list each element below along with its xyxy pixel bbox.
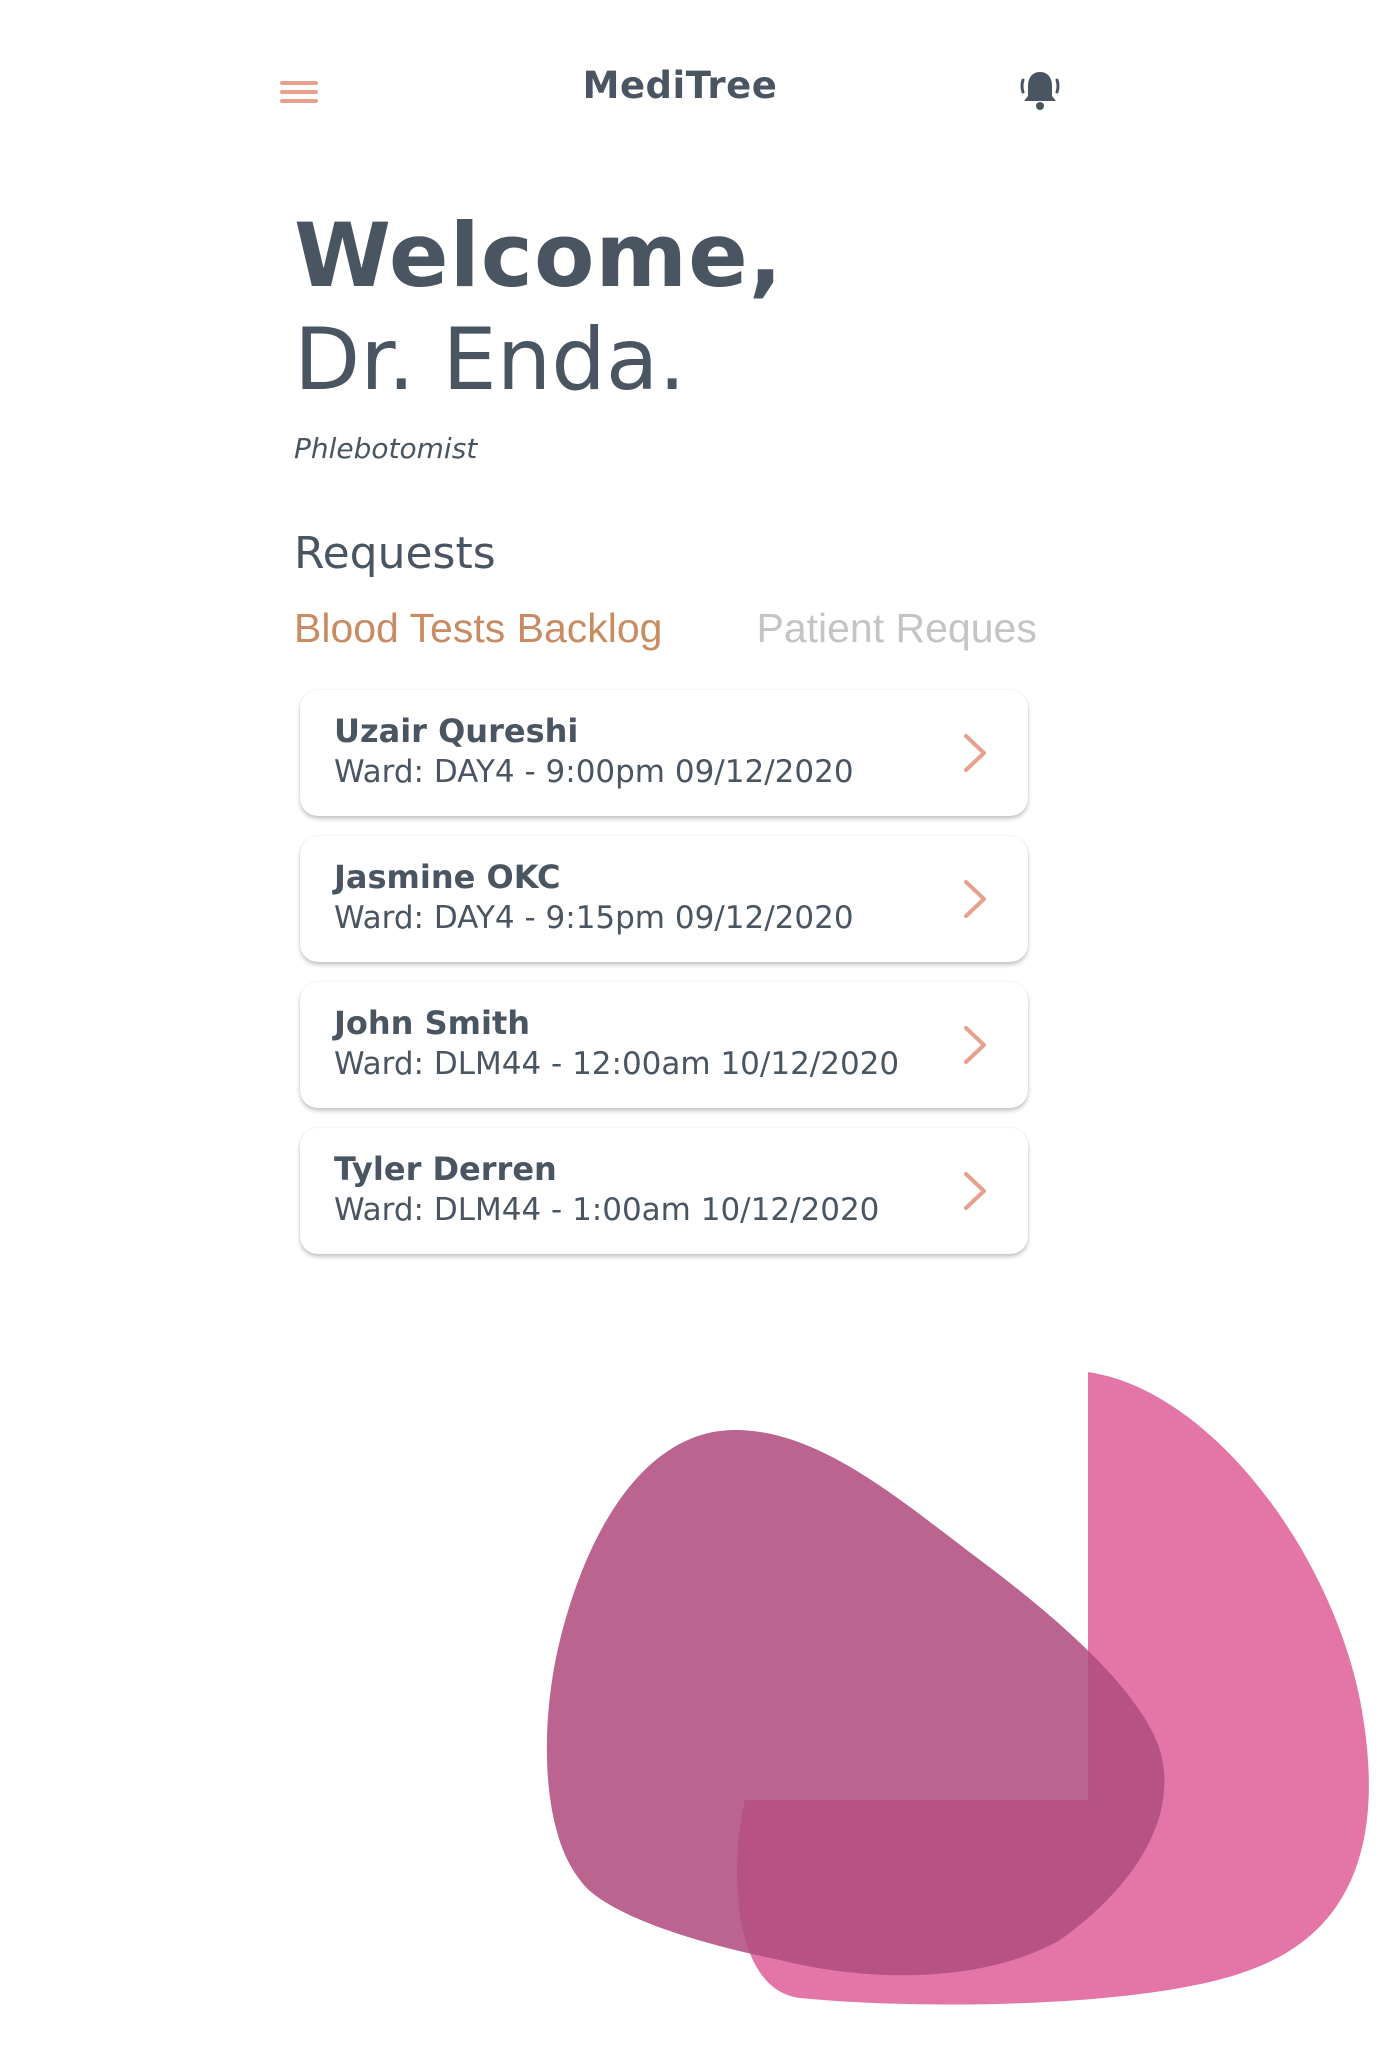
hamburger-menu-icon[interactable] bbox=[276, 74, 322, 110]
request-detail: Ward: DLM44 - 12:00am 10/12/2020 bbox=[334, 1046, 900, 1082]
welcome-heading: Welcome, bbox=[294, 204, 784, 307]
request-detail: Ward: DAY4 - 9:00pm 09/12/2020 bbox=[334, 754, 854, 790]
patient-name: Tyler Derren bbox=[334, 1150, 557, 1188]
chevron-right-icon bbox=[964, 1172, 986, 1210]
tab-blood-tests-backlog[interactable]: Blood Tests Backlog bbox=[294, 600, 662, 656]
pink-blob bbox=[737, 1372, 1369, 2005]
request-detail: Ward: DAY4 - 9:15pm 09/12/2020 bbox=[334, 900, 854, 936]
patient-name: Uzair Qureshi bbox=[334, 712, 579, 750]
request-detail: Ward: DLM44 - 1:00am 10/12/2020 bbox=[334, 1192, 880, 1228]
app-title: MediTree bbox=[582, 64, 778, 107]
app-screen: MediTree Welcome, Dr. Enda. Phlebotomist… bbox=[0, 0, 1382, 2071]
request-card[interactable]: Tyler Derren Ward: DLM44 - 1:00am 10/12/… bbox=[300, 1128, 1028, 1254]
request-tabs: Blood Tests Backlog Patient Requests bbox=[294, 600, 1036, 656]
patient-name: John Smith bbox=[334, 1004, 531, 1042]
tab-patient-requests[interactable]: Patient Requests bbox=[756, 600, 1036, 656]
doctor-name: Dr. Enda. bbox=[294, 310, 686, 410]
patient-name: Jasmine OKC bbox=[334, 858, 561, 896]
chevron-right-icon bbox=[964, 1026, 986, 1064]
request-card[interactable]: Jasmine OKC Ward: DAY4 - 9:15pm 09/12/20… bbox=[300, 836, 1028, 962]
request-card[interactable]: John Smith Ward: DLM44 - 12:00am 10/12/2… bbox=[300, 982, 1028, 1108]
bell-icon[interactable] bbox=[1016, 66, 1064, 114]
doctor-role: Phlebotomist bbox=[294, 432, 478, 465]
request-list: Uzair Qureshi Ward: DAY4 - 9:00pm 09/12/… bbox=[300, 690, 1028, 1274]
requests-title: Requests bbox=[294, 528, 496, 579]
chevron-right-icon bbox=[964, 734, 986, 772]
request-card[interactable]: Uzair Qureshi Ward: DAY4 - 9:00pm 09/12/… bbox=[300, 690, 1028, 816]
chevron-right-icon bbox=[964, 880, 986, 918]
plum-blob bbox=[546, 1430, 1165, 1976]
